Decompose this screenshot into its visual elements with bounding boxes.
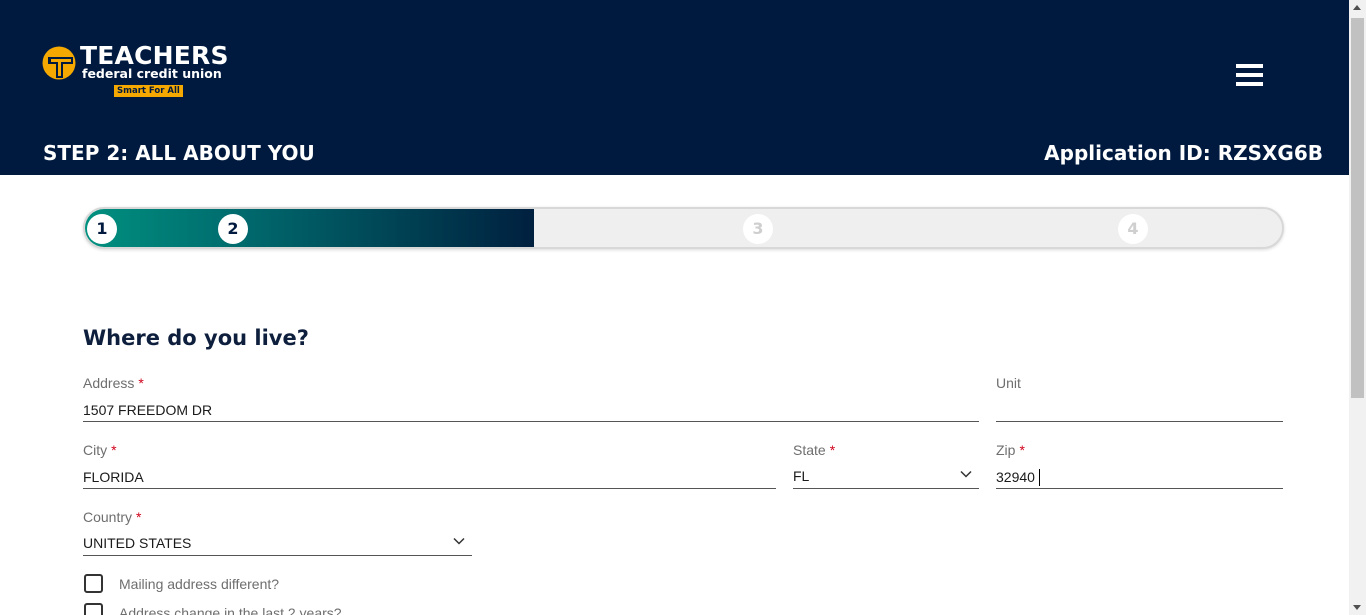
step-title: STEP 2: ALL ABOUT YOU [43, 141, 315, 165]
required-marker: * [1019, 442, 1025, 458]
section-title: Where do you live? [83, 326, 309, 350]
state-select[interactable]: FL [793, 465, 979, 489]
required-marker: * [111, 442, 117, 458]
country-select[interactable]: UNITED STATES [83, 532, 472, 556]
address-input[interactable] [83, 398, 979, 422]
city-label: City [83, 442, 108, 458]
teachers-logo-mark-icon [42, 46, 76, 80]
vertical-scrollbar[interactable] [1349, 0, 1366, 615]
scrollbar-thumb[interactable] [1351, 18, 1364, 398]
country-selected-value: UNITED STATES [83, 535, 192, 551]
state-field: State * FL [793, 441, 979, 497]
state-selected-value: FL [793, 468, 810, 484]
unit-label: Unit [996, 375, 1021, 391]
zip-label: Zip [996, 442, 1016, 458]
required-marker: * [138, 375, 144, 391]
address-field: Address * [83, 374, 979, 430]
city-field: City * [83, 441, 776, 497]
logo-subtitle: federal credit union [82, 66, 222, 81]
country-label: Country [83, 509, 133, 525]
progress-bar: 1 2 3 4 [83, 207, 1284, 249]
mailing-different-checkbox[interactable] [84, 574, 103, 593]
progress-fill [85, 209, 534, 247]
mailing-different-option[interactable]: Mailing address different? [84, 574, 324, 594]
step-3-indicator: 3 [743, 214, 773, 244]
chevron-down-icon [960, 470, 972, 478]
step-4-indicator: 4 [1118, 214, 1148, 244]
zip-field: Zip * [996, 441, 1283, 497]
scroll-up-arrow-icon[interactable] [1353, 5, 1361, 10]
country-field: Country * UNITED STATES [83, 508, 472, 564]
logo-tagline: Smart For All [114, 85, 183, 97]
scroll-down-arrow-icon[interactable] [1353, 605, 1361, 610]
address-label: Address [83, 375, 135, 391]
city-input[interactable] [83, 465, 776, 489]
step-2-indicator: 2 [218, 214, 248, 244]
address-change-label: Address change in the last 2 years? [119, 605, 342, 615]
step-1-indicator: 1 [87, 214, 117, 244]
unit-input[interactable] [996, 398, 1283, 422]
hamburger-menu-icon[interactable] [1236, 64, 1264, 88]
chevron-down-icon [453, 537, 465, 545]
address-change-checkbox[interactable] [84, 603, 103, 615]
required-marker: * [829, 442, 836, 458]
address-change-option[interactable]: Address change in the last 2 years? [84, 603, 374, 615]
mailing-different-label: Mailing address different? [119, 576, 280, 592]
application-id: Application ID: RZSXG6B [1044, 141, 1323, 165]
teachers-fcu-logo[interactable]: TEACHERS federal credit union Smart For … [42, 42, 242, 102]
state-label: State [793, 442, 826, 458]
required-marker: * [136, 509, 142, 525]
site-header: TEACHERS federal credit union Smart For … [0, 0, 1349, 175]
text-cursor [1039, 469, 1040, 486]
unit-field: Unit [996, 374, 1283, 430]
